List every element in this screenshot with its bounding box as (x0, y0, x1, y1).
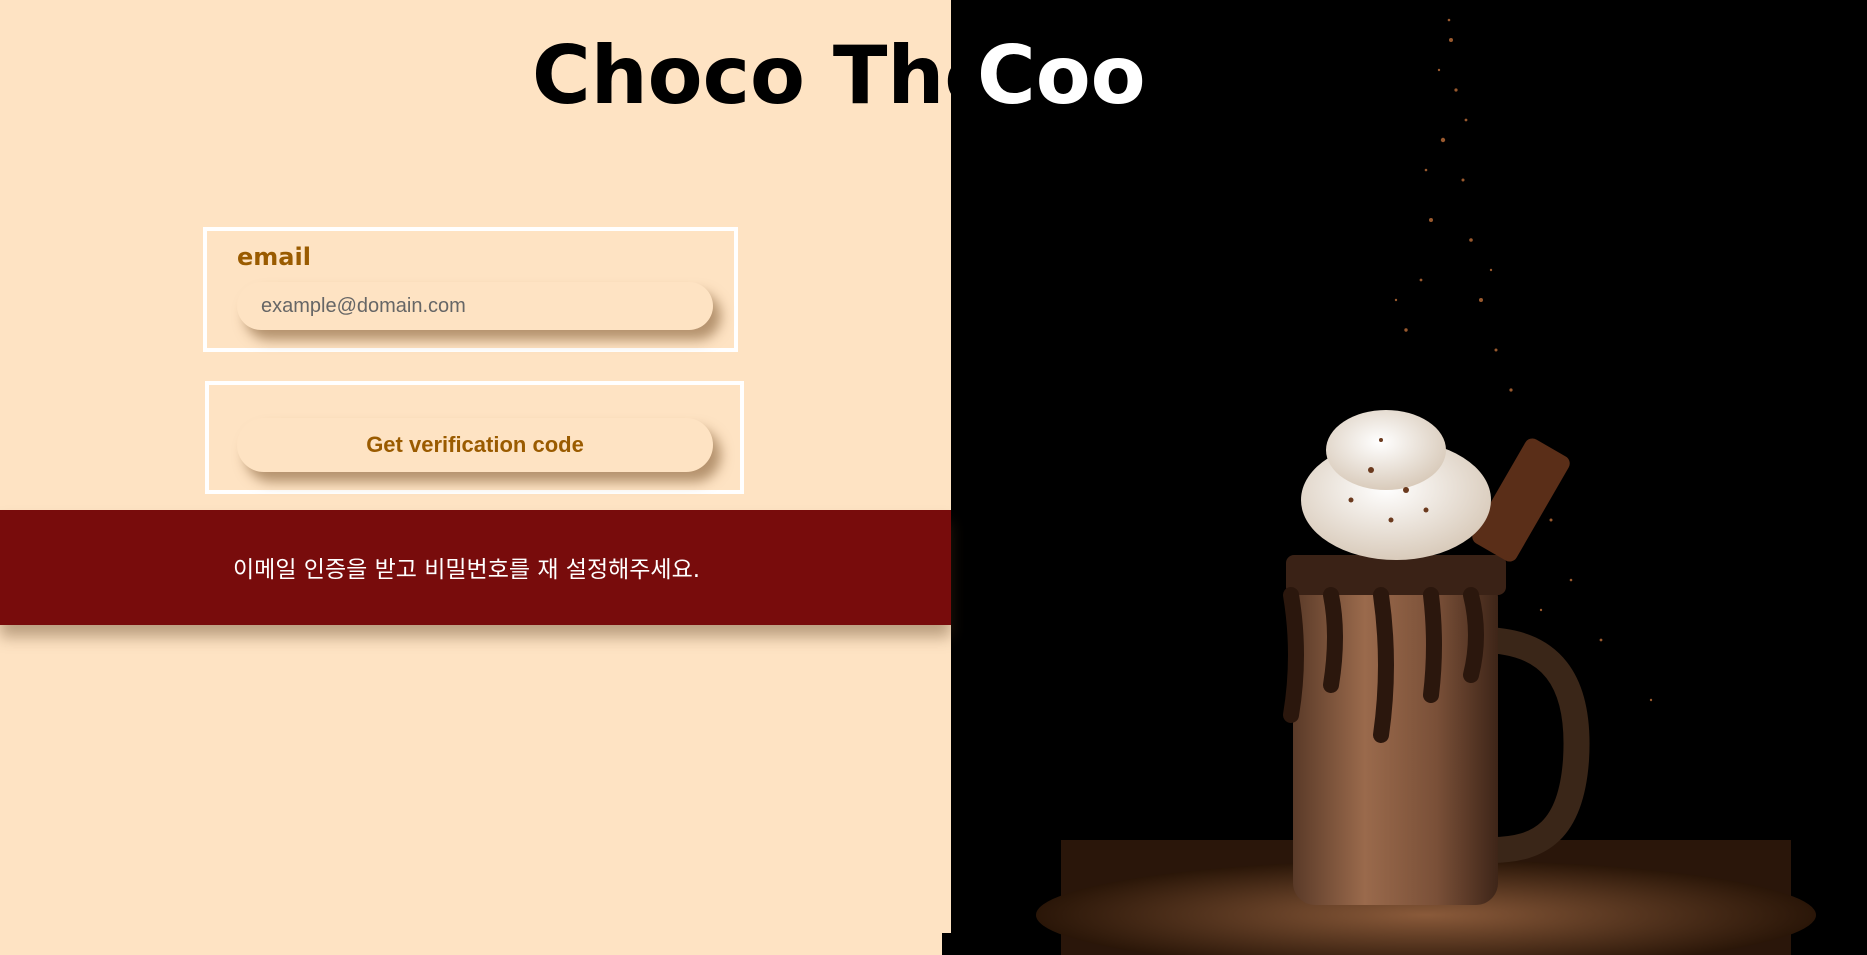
verify-form-group: Get verification code (205, 381, 744, 494)
email-label: email (237, 243, 311, 271)
email-form-group: email (203, 227, 738, 352)
notice-text: 이메일 인증을 받고 비밀번호를 재 설정해주세요. (233, 557, 701, 583)
chocolate-milkshake-photo (951, 0, 1867, 955)
title-part-coo: Coo (977, 29, 1146, 122)
email-input[interactable] (237, 282, 713, 330)
photo-edge (942, 933, 1052, 955)
get-verification-code-button[interactable]: Get verification code (237, 418, 713, 472)
title-part-choco-the: Choco The (532, 29, 999, 122)
notice-banner: 이메일 인증을 받고 비밀번호를 재 설정해주세요. (0, 510, 951, 625)
milkshake-photo-panel (951, 0, 1867, 955)
